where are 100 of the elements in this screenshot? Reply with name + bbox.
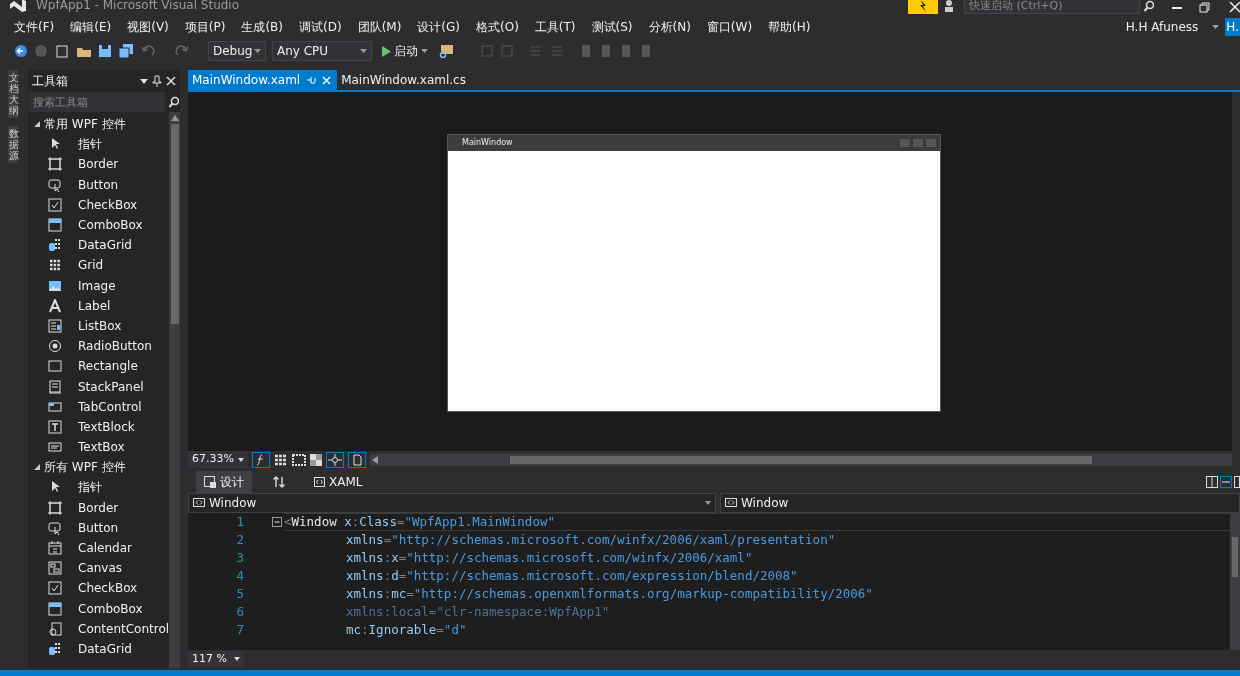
caret-icon xyxy=(234,657,240,661)
line-number: 3 xyxy=(235,548,244,567)
toolbox-item[interactable]: ComboBox xyxy=(28,598,170,619)
close-icon[interactable] xyxy=(166,76,176,86)
grid-icon[interactable] xyxy=(273,453,288,466)
scrollbar[interactable] xyxy=(169,112,180,668)
checkerboard-icon[interactable] xyxy=(309,453,322,466)
save-all-icon[interactable] xyxy=(118,44,134,58)
account-name[interactable]: H.H Afuness xyxy=(1117,18,1207,36)
start-button[interactable]: 启动 xyxy=(378,41,432,61)
platform-dropdown[interactable]: Any CPU xyxy=(272,41,372,61)
toolbox-item[interactable]: Button xyxy=(28,517,170,538)
toolbox-item[interactable]: Border xyxy=(28,497,170,518)
window-preview[interactable]: MainWindow xyxy=(447,134,941,412)
document-icon[interactable] xyxy=(347,451,366,468)
view-tab[interactable]: XAML xyxy=(306,470,371,493)
tab-icon xyxy=(48,399,62,414)
zoom-dropdown[interactable]: 117 % xyxy=(188,650,244,668)
toolbox-item[interactable]: CheckBox xyxy=(28,194,170,215)
scrollbar[interactable] xyxy=(1232,92,1240,451)
toolbox-item[interactable]: StackPanel xyxy=(28,376,170,397)
toolbox-item[interactable]: RadioButton xyxy=(28,336,170,357)
member-dropdown[interactable]: Window xyxy=(720,492,1240,513)
toolbox-item[interactable]: Canvas xyxy=(28,558,170,579)
toolbox-item[interactable]: ListBox xyxy=(28,315,170,337)
canvas-icon xyxy=(48,561,62,576)
scroll-left-icon[interactable] xyxy=(371,455,378,464)
vertical-scrollbar[interactable] xyxy=(1230,512,1240,651)
toolbox-item[interactable]: TextBox xyxy=(28,437,170,458)
menu-item[interactable]: 窗口(W) xyxy=(698,18,761,36)
quick-launch-field[interactable]: 快速启动 (Ctrl+Q) xyxy=(964,0,1140,14)
zoom-dropdown[interactable]: 67.33% xyxy=(188,451,248,468)
configuration-dropdown[interactable]: Debug xyxy=(208,41,266,61)
collapse-icon[interactable] xyxy=(272,516,282,527)
menu-item[interactable]: 文件(F) xyxy=(6,18,63,36)
toolbox-item[interactable]: Border xyxy=(28,154,170,175)
pin-icon[interactable] xyxy=(152,75,162,87)
toolbox-item[interactable]: Calendar xyxy=(28,537,170,559)
button-icon xyxy=(48,520,62,535)
toolbox-item[interactable]: Grid xyxy=(28,255,170,276)
snap-icon[interactable] xyxy=(325,451,344,468)
document-tab[interactable]: MainWindow.xaml.cs xyxy=(337,70,472,90)
formula-icon[interactable] xyxy=(251,451,270,468)
swap-icon[interactable] xyxy=(272,475,286,488)
horizontal-split-icon[interactable] xyxy=(1220,475,1232,488)
menu-item[interactable]: 编辑(E) xyxy=(62,18,120,36)
menu-item[interactable]: 调试(D) xyxy=(291,18,350,36)
find-in-files-icon[interactable] xyxy=(438,43,456,59)
menu-item[interactable]: 团队(M) xyxy=(349,18,410,36)
toolbox-item[interactable]: Label xyxy=(28,295,170,316)
feedback-icon[interactable] xyxy=(908,0,938,14)
new-project-icon[interactable] xyxy=(54,44,70,58)
code-line: xmlns:local="clr-namespace:WpfApp1" xyxy=(345,602,611,621)
scroll-up-icon[interactable] xyxy=(170,115,179,121)
menu-item[interactable]: 测试(S) xyxy=(583,18,641,36)
caret-icon xyxy=(360,49,367,53)
close-icon[interactable] xyxy=(1228,2,1240,14)
toolbox-item[interactable]: TextBlock xyxy=(28,416,170,437)
menu-item[interactable]: 设计(G) xyxy=(409,18,468,36)
toolbox-item[interactable]: 指针 xyxy=(28,477,170,498)
menu-item[interactable]: 帮助(H) xyxy=(760,18,819,36)
toolbox-item[interactable]: Button xyxy=(28,174,170,195)
vertical-split-icon[interactable] xyxy=(1206,475,1218,488)
caret-icon[interactable] xyxy=(1212,25,1220,29)
toolbox-item[interactable]: ContentControl xyxy=(28,618,170,639)
grid-icon[interactable] xyxy=(291,453,306,466)
toolbox-item[interactable]: DataGrid xyxy=(28,638,170,660)
code-icon xyxy=(193,498,205,508)
restore-icon[interactable] xyxy=(1198,2,1212,14)
toolbox-group[interactable]: 所有 WPF 控件 xyxy=(28,457,170,478)
toolbox-search-field[interactable]: 搜索工具箱 xyxy=(29,92,166,112)
menu-item[interactable]: 项目(P) xyxy=(176,18,234,36)
toolbox-item[interactable]: DataGrid xyxy=(28,235,170,256)
account-badge[interactable]: H. xyxy=(1225,18,1240,36)
frame-icon xyxy=(48,500,62,515)
menu-item[interactable]: 生成(B) xyxy=(233,18,291,36)
menu-item[interactable]: 工具(T) xyxy=(526,18,584,36)
toolbox-item[interactable]: TabControl xyxy=(28,396,170,417)
element-name: Window xyxy=(209,494,258,512)
toolbox-group[interactable]: 常用 WPF 控件 xyxy=(28,114,170,135)
toolbox-item[interactable]: ComboBox xyxy=(28,214,170,236)
caret-icon[interactable] xyxy=(140,78,148,84)
menu-item[interactable]: 视图(V) xyxy=(119,18,177,36)
toolbox-item[interactable]: Rectangle xyxy=(28,356,170,377)
designer-canvas[interactable]: MainWindow xyxy=(188,92,1240,451)
back-icon[interactable] xyxy=(14,44,28,58)
toolbox-item[interactable]: Image xyxy=(28,275,170,296)
menu-item[interactable]: 分析(N) xyxy=(640,18,699,36)
side-tab[interactable]: 数据源 xyxy=(8,126,18,163)
side-tab[interactable]: 文档大纲 xyxy=(8,70,18,118)
view-tab[interactable]: 设计 xyxy=(196,470,252,493)
toolbox-item[interactable]: 指针 xyxy=(28,134,170,155)
horizontal-scrollbar[interactable] xyxy=(369,453,1232,466)
toolbox-item[interactable]: CheckBox xyxy=(28,578,170,599)
code-line: xmlns:mc="http://schemas.openxmlformats.org/markup-compatibility/2006" xyxy=(345,584,874,603)
line-number: 5 xyxy=(235,584,244,603)
menu-item[interactable]: 格式(O) xyxy=(468,18,527,36)
save-icon[interactable] xyxy=(98,44,112,58)
element-dropdown[interactable]: Window xyxy=(188,492,716,513)
caret-icon xyxy=(421,49,428,53)
